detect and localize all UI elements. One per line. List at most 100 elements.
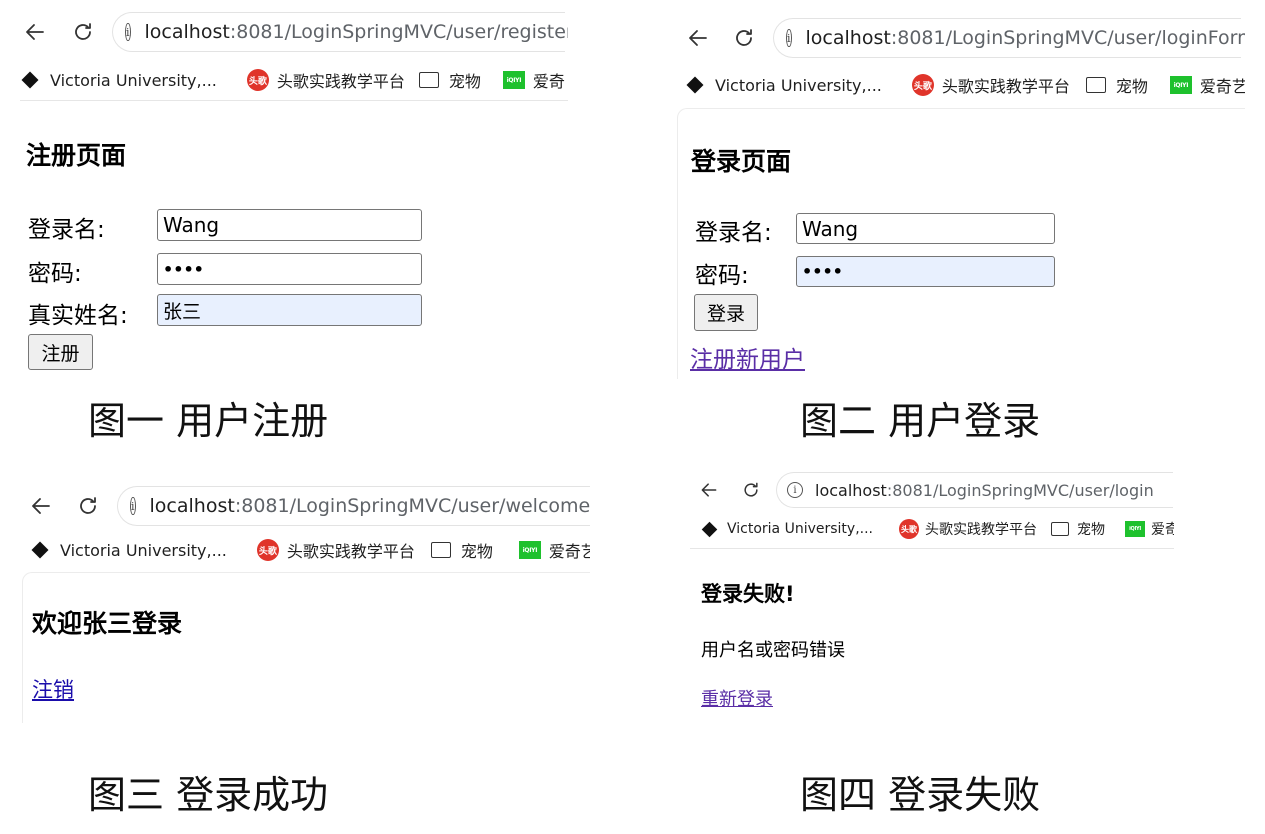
site-info-icon[interactable]: i [787, 482, 803, 498]
bookmark-label: Victoria University,... [50, 70, 217, 90]
bookmark-label: Victoria University,... [60, 540, 227, 560]
diamond-icon [686, 76, 704, 94]
failure-screenshot: i localhost:8081/LoginSpringMVC/user/log… [690, 470, 1174, 720]
diamond-icon [21, 71, 39, 89]
bookmarks-bar: Victoria University,... 头歌 头歌实践教学平台 宠物 i… [31, 536, 590, 564]
site-info-icon[interactable]: i [130, 497, 136, 515]
iqiyi-logo-icon: iQIYI [1125, 521, 1146, 537]
password-label: 密码: [28, 261, 82, 287]
bookmark-pets[interactable]: 宠物 [1051, 519, 1105, 539]
folder-icon [430, 542, 451, 558]
relogin-link[interactable]: 重新登录 [701, 685, 773, 711]
address-bar[interactable]: i localhost:8081/LoginSpringMVC/user/log… [776, 472, 1173, 508]
login-name-input[interactable]: Wang [796, 213, 1055, 244]
page-heading: 登录页面 [691, 147, 792, 176]
bookmark-label: 爱奇艺 [1151, 522, 1174, 538]
bookmarks-bar: Victoria University,... 头歌 头歌实践教学平台 宠物 i… [21, 66, 565, 94]
figure-caption-2: 图二 用户登录 [800, 399, 1041, 443]
bookmark-victoria[interactable]: Victoria University,... [31, 540, 227, 560]
bookmark-iqiyi[interactable]: iQIYI 爱奇艺 [1169, 73, 1245, 97]
login-name-input[interactable]: Wang [157, 209, 422, 241]
bookmark-touge[interactable]: 头歌 头歌实践教学平台 [899, 519, 1037, 539]
site-info-icon[interactable]: i [125, 23, 131, 41]
touge-logo-icon: 头歌 [899, 519, 920, 539]
bookmarks-bar: Victoria University,... 头歌 头歌实践教学平台 宠物 i… [701, 517, 1174, 541]
bookmarks-bar: Victoria University,... 头歌 头歌实践教学平台 宠物 i… [686, 71, 1245, 99]
password-input[interactable]: •••• [157, 253, 422, 285]
login-name-label: 登录名: [28, 217, 105, 243]
bookmark-victoria[interactable]: Victoria University,... [701, 521, 874, 537]
url-path: :8081/LoginSpringMVC/user/welcome [234, 495, 590, 517]
back-arrow-icon[interactable] [20, 17, 50, 47]
bookmark-label: Victoria University,... [715, 75, 882, 95]
touge-logo-icon: 头歌 [911, 74, 934, 96]
bookmark-pets[interactable]: 宠物 [1085, 73, 1148, 97]
diamond-icon [701, 521, 718, 537]
touge-logo-icon: 头歌 [256, 539, 279, 561]
url-path: :8081/LoginSpringMVC/user/register [229, 21, 568, 43]
figure-caption-3: 图三 登录成功 [88, 773, 329, 817]
login-screenshot: i localhost:8081/LoginSpringMVC/user/log… [675, 14, 1245, 380]
bookmark-iqiyi[interactable]: iQIYI 爱奇艺- [518, 538, 590, 562]
touge-logo-icon: 头歌 [246, 69, 269, 91]
logout-link[interactable]: 注销 [32, 674, 74, 704]
reload-icon[interactable] [74, 491, 104, 521]
url-path: :8081/LoginSpringMVC/user/loginForm [890, 27, 1245, 49]
address-bar[interactable]: i localhost:8081/LoginSpringMVC/user/wel… [117, 486, 590, 526]
toolbar-divider [20, 100, 568, 101]
reload-icon[interactable] [738, 477, 764, 503]
bookmark-label: 宠物 [1077, 522, 1106, 538]
iqiyi-logo-icon: iQIYI [518, 541, 541, 559]
bookmark-label: 宠物 [448, 72, 481, 91]
browser-toolbar: i localhost:8081/LoginSpringMVC/user/log… [690, 472, 1174, 508]
bookmark-pets[interactable]: 宠物 [430, 538, 493, 562]
login-name-label: 登录名: [695, 220, 772, 246]
password-label: 密码: [695, 263, 749, 289]
back-arrow-icon[interactable] [683, 23, 713, 53]
back-arrow-icon[interactable] [696, 477, 722, 503]
page-heading: 注册页面 [26, 141, 127, 170]
password-input[interactable]: •••• [796, 256, 1055, 287]
url-host: localhost [144, 21, 230, 43]
error-message: 用户名或密码错误 [701, 640, 845, 661]
diamond-icon [31, 541, 49, 559]
address-bar[interactable]: i localhost:8081/LoginSpringMVC/user/reg… [112, 12, 568, 52]
bookmark-label: Victoria University,... [727, 521, 874, 537]
bookmark-label: 头歌实践教学平台 [286, 542, 415, 561]
bookmark-label: 爱奇艺 [1199, 77, 1245, 96]
real-name-input[interactable]: 张三 [157, 294, 422, 326]
login-button[interactable]: 登录 [694, 294, 758, 331]
url-host: localhost [815, 480, 887, 500]
bookmark-touge[interactable]: 头歌 头歌实践教学平台 [911, 73, 1070, 97]
bookmark-iqiyi[interactable]: iQIYI 爱奇 [502, 68, 565, 92]
url-path: :8081/LoginSpringMVC/user/login [886, 480, 1154, 500]
real-name-label: 真实姓名: [28, 303, 128, 329]
register-new-user-link[interactable]: 注册新用户 [690, 340, 805, 374]
bookmark-label: 宠物 [1115, 77, 1148, 96]
address-bar[interactable]: i localhost:8081/LoginSpringMVC/user/log… [773, 18, 1245, 58]
bookmark-victoria[interactable]: Victoria University,... [686, 75, 882, 95]
back-arrow-icon[interactable] [26, 491, 56, 521]
figure-caption-4: 图四 登录失败 [800, 773, 1041, 817]
bookmark-touge[interactable]: 头歌 头歌实践教学平台 [246, 68, 405, 92]
bookmark-label: 头歌实践教学平台 [925, 522, 1038, 538]
iqiyi-logo-icon: iQIYI [502, 71, 525, 89]
register-button[interactable]: 注册 [28, 334, 93, 370]
reload-icon[interactable] [68, 17, 98, 47]
bookmark-label: 头歌实践教学平台 [276, 72, 405, 91]
iqiyi-logo-icon: iQIYI [1169, 76, 1192, 94]
register-screenshot: i localhost:8081/LoginSpringMVC/user/reg… [20, 8, 568, 380]
folder-icon [1051, 522, 1070, 536]
bookmark-touge[interactable]: 头歌 头歌实践教学平台 [256, 538, 415, 562]
bookmark-pets[interactable]: 宠物 [418, 68, 481, 92]
browser-toolbar: i localhost:8081/LoginSpringMVC/user/log… [675, 18, 1245, 58]
page-content-edge [22, 572, 590, 723]
welcome-screenshot: i localhost:8081/LoginSpringMVC/user/wel… [20, 484, 590, 724]
reload-icon[interactable] [729, 23, 759, 53]
bookmark-label: 爱奇 [532, 72, 565, 91]
bookmark-label: 头歌实践教学平台 [941, 77, 1070, 96]
bookmark-victoria[interactable]: Victoria University,... [21, 70, 217, 90]
bookmark-iqiyi[interactable]: iQIYI 爱奇艺 [1125, 519, 1174, 539]
page-heading: 欢迎张三登录 [32, 609, 183, 638]
site-info-icon[interactable]: i [786, 29, 792, 47]
